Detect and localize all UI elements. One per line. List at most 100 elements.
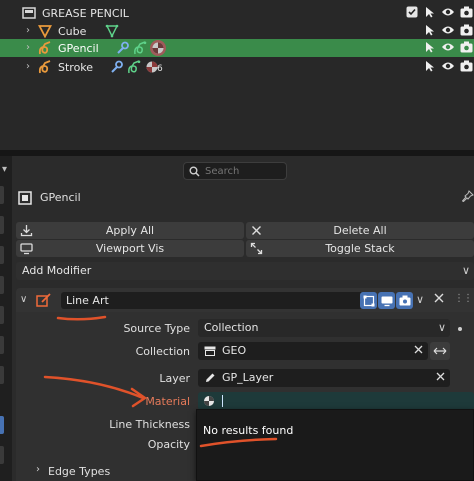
drag-handle-icon[interactable]: ⋮⋮ bbox=[454, 293, 473, 304]
text-cursor bbox=[222, 395, 223, 407]
source-type-label: Source Type bbox=[123, 322, 190, 335]
tab-data[interactable] bbox=[0, 276, 4, 294]
render-toggle[interactable] bbox=[396, 292, 413, 309]
camera-render-icon bbox=[399, 295, 410, 305]
no-results-message: No results found bbox=[203, 424, 294, 437]
chevron-right-icon[interactable]: › bbox=[23, 42, 33, 54]
grease-pencil-data-icon bbox=[21, 5, 37, 21]
gpencil-object-icon bbox=[37, 59, 53, 75]
expand-arrows-icon bbox=[250, 242, 263, 255]
collection-label: Collection bbox=[135, 345, 190, 358]
viewport-toggle[interactable] bbox=[378, 292, 395, 309]
outliner-label: GREASE PENCIL bbox=[42, 6, 129, 20]
chevron-down-icon: ∨ bbox=[461, 264, 470, 277]
material-field[interactable] bbox=[198, 392, 474, 410]
modifier-header: ∨ Line Art ∨ ⋮⋮ bbox=[16, 288, 474, 312]
toggle-stack-button[interactable]: Toggle Stack bbox=[246, 240, 474, 257]
outliner-label: GPencil bbox=[58, 41, 99, 55]
outliner-row-grease-pencil[interactable]: GREASE PENCIL bbox=[0, 4, 474, 22]
eye-icon[interactable] bbox=[441, 5, 455, 19]
opacity-label: Opacity bbox=[147, 438, 190, 451]
mesh-data-icon[interactable] bbox=[104, 23, 120, 39]
outliner-row-cube[interactable]: › Cube bbox=[0, 22, 474, 40]
tab-shader-fx[interactable] bbox=[0, 336, 4, 354]
outliner-panel: GREASE PENCIL › Cube › GPencil › Stroke … bbox=[0, 0, 474, 150]
select-arrow-icon[interactable] bbox=[423, 23, 437, 37]
tab-material[interactable] bbox=[0, 306, 4, 324]
line-thickness-label: Line Thickness bbox=[109, 418, 190, 431]
source-type-dropdown[interactable]: Collection ∨ bbox=[198, 319, 450, 337]
outliner-row-gpencil[interactable]: › GPencil bbox=[0, 39, 474, 57]
wrench-modifier-icon[interactable] bbox=[114, 40, 130, 56]
edit-mode-icon bbox=[363, 295, 374, 306]
chevron-down-icon[interactable]: ∨ bbox=[416, 293, 424, 306]
select-arrow-icon[interactable] bbox=[423, 5, 437, 19]
gpencil-object-data-icon bbox=[18, 191, 32, 208]
pencil-icon bbox=[206, 373, 215, 382]
animate-property-dot[interactable] bbox=[458, 327, 462, 331]
editor-type-dropdown[interactable]: ▾ bbox=[2, 164, 7, 175]
chevron-right-icon[interactable]: › bbox=[23, 25, 33, 37]
eye-icon[interactable] bbox=[441, 40, 455, 54]
search-input[interactable] bbox=[205, 165, 275, 177]
camera-render-icon[interactable] bbox=[459, 59, 473, 73]
line-art-modifier-icon bbox=[36, 292, 52, 311]
close-icon[interactable] bbox=[436, 369, 445, 387]
outliner-label: Cube bbox=[58, 24, 87, 38]
viewport-vis-button[interactable]: Viewport Vis bbox=[16, 240, 244, 257]
gpencil-object-icon bbox=[37, 40, 53, 56]
close-icon[interactable] bbox=[434, 293, 444, 306]
gpencil-data-icon[interactable] bbox=[126, 59, 142, 75]
layer-label: Layer bbox=[159, 372, 190, 385]
camera-render-icon[interactable] bbox=[459, 5, 473, 19]
arrows-horizontal-icon bbox=[433, 347, 447, 355]
select-arrow-icon[interactable] bbox=[423, 59, 437, 73]
search-icon bbox=[189, 166, 200, 177]
collection-icon bbox=[204, 346, 216, 356]
camera-render-icon[interactable] bbox=[459, 40, 473, 54]
chevron-right-icon[interactable]: › bbox=[36, 464, 40, 475]
material-icon bbox=[204, 396, 214, 406]
search-field[interactable] bbox=[183, 162, 287, 180]
download-icon bbox=[20, 225, 33, 237]
checkbox-icon[interactable] bbox=[405, 5, 419, 19]
chevron-right-icon[interactable]: › bbox=[23, 61, 33, 73]
tab-physics[interactable] bbox=[0, 216, 4, 234]
edge-types-subpanel-header[interactable]: Edge Types bbox=[48, 465, 110, 478]
delete-all-button[interactable]: Delete All bbox=[246, 222, 474, 239]
object-name-label: GPencil bbox=[40, 191, 81, 204]
eye-icon[interactable] bbox=[441, 59, 455, 73]
monitor-icon bbox=[20, 243, 33, 255]
outliner-label: Stroke bbox=[58, 60, 94, 74]
properties-tab-strip bbox=[0, 156, 12, 481]
chevron-down-icon[interactable]: ∨ bbox=[20, 294, 27, 305]
collection-field[interactable]: GEO bbox=[198, 342, 428, 360]
eye-icon[interactable] bbox=[441, 23, 455, 37]
tab-modifiers[interactable] bbox=[0, 416, 4, 434]
tab-object[interactable] bbox=[0, 186, 4, 204]
material-icon[interactable] bbox=[150, 40, 166, 56]
add-modifier-dropdown[interactable]: Add Modifier ∨ bbox=[16, 262, 474, 280]
select-arrow-icon[interactable] bbox=[423, 40, 437, 54]
layer-field[interactable]: GP_Layer bbox=[198, 369, 450, 387]
chevron-down-icon: ∨ bbox=[437, 321, 446, 334]
modifier-name-field[interactable]: Line Art bbox=[61, 292, 376, 309]
edit-mode-toggle[interactable] bbox=[360, 292, 377, 309]
cone-object-icon bbox=[37, 23, 53, 39]
tab-constraints[interactable] bbox=[0, 246, 4, 264]
camera-render-icon[interactable] bbox=[459, 23, 473, 37]
outliner-row-stroke[interactable]: › Stroke 6 bbox=[0, 58, 474, 76]
close-icon[interactable] bbox=[414, 342, 423, 360]
material-count-badge: 6 bbox=[157, 64, 163, 74]
swap-button[interactable] bbox=[430, 342, 450, 360]
tab-visual[interactable] bbox=[0, 366, 4, 384]
material-label: Material bbox=[145, 395, 190, 408]
close-icon bbox=[252, 226, 261, 235]
search-results-popup: No results found bbox=[196, 409, 474, 481]
gpencil-data-icon[interactable] bbox=[132, 40, 148, 56]
pin-icon[interactable] bbox=[461, 190, 474, 205]
wrench-modifier-icon[interactable] bbox=[108, 59, 124, 75]
tab-world[interactable] bbox=[0, 446, 4, 464]
monitor-icon bbox=[381, 296, 392, 306]
apply-all-button[interactable]: Apply All bbox=[16, 222, 244, 239]
